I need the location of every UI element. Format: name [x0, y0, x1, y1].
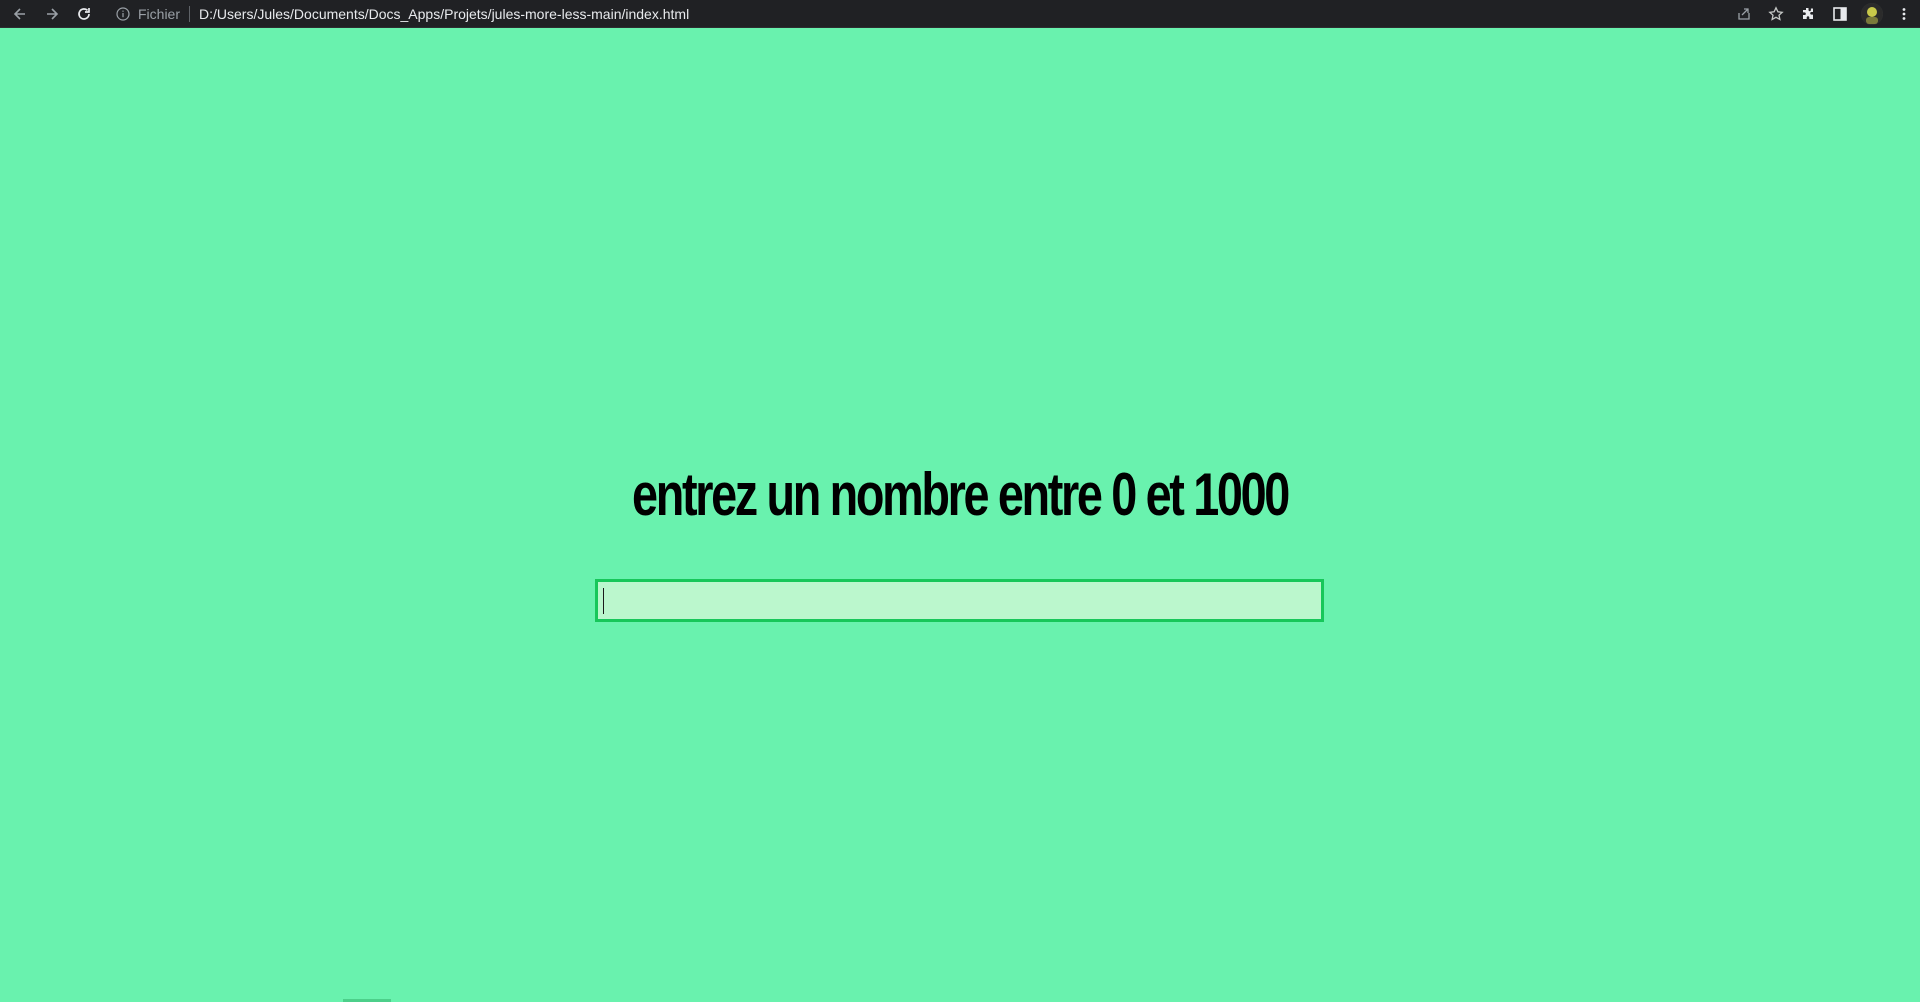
- url-text[interactable]: D:/Users/Jules/Documents/Docs_Apps/Proje…: [199, 6, 689, 22]
- scheme-label: Fichier: [138, 5, 181, 22]
- forward-arrow-icon: [47, 7, 59, 20]
- share-button[interactable]: [1728, 0, 1760, 28]
- menu-kebab-icon: [1902, 8, 1906, 20]
- bookmark-button[interactable]: [1760, 0, 1792, 28]
- toolbar-actions: [1728, 0, 1920, 28]
- address-bar[interactable]: Fichier D:/Users/Jules/Documents/Docs_Ap…: [106, 2, 1706, 26]
- back-button[interactable]: [4, 0, 36, 28]
- page-heading: entrez un nombre entre 0 et 1000: [632, 461, 1290, 528]
- omnibox-divider: [189, 5, 191, 22]
- profile-button[interactable]: [1856, 0, 1888, 28]
- profile-avatar: [1861, 3, 1883, 25]
- number-input[interactable]: [595, 579, 1324, 622]
- browser-toolbar: Fichier D:/Users/Jules/Documents/Docs_Ap…: [0, 0, 1920, 28]
- menu-button[interactable]: [1888, 0, 1920, 28]
- star-icon: [1768, 6, 1784, 21]
- extensions-icon: [1803, 8, 1813, 19]
- forward-button[interactable]: [36, 0, 68, 28]
- share-icon: [1738, 8, 1750, 20]
- reload-icon: [78, 7, 90, 20]
- extensions-button[interactable]: [1792, 0, 1824, 28]
- side-panel-button[interactable]: [1824, 0, 1856, 28]
- reload-button[interactable]: [68, 0, 100, 28]
- text-caret: [603, 588, 604, 614]
- info-icon[interactable]: [116, 6, 130, 21]
- side-panel-icon: [1833, 7, 1847, 21]
- back-arrow-icon: [13, 7, 25, 20]
